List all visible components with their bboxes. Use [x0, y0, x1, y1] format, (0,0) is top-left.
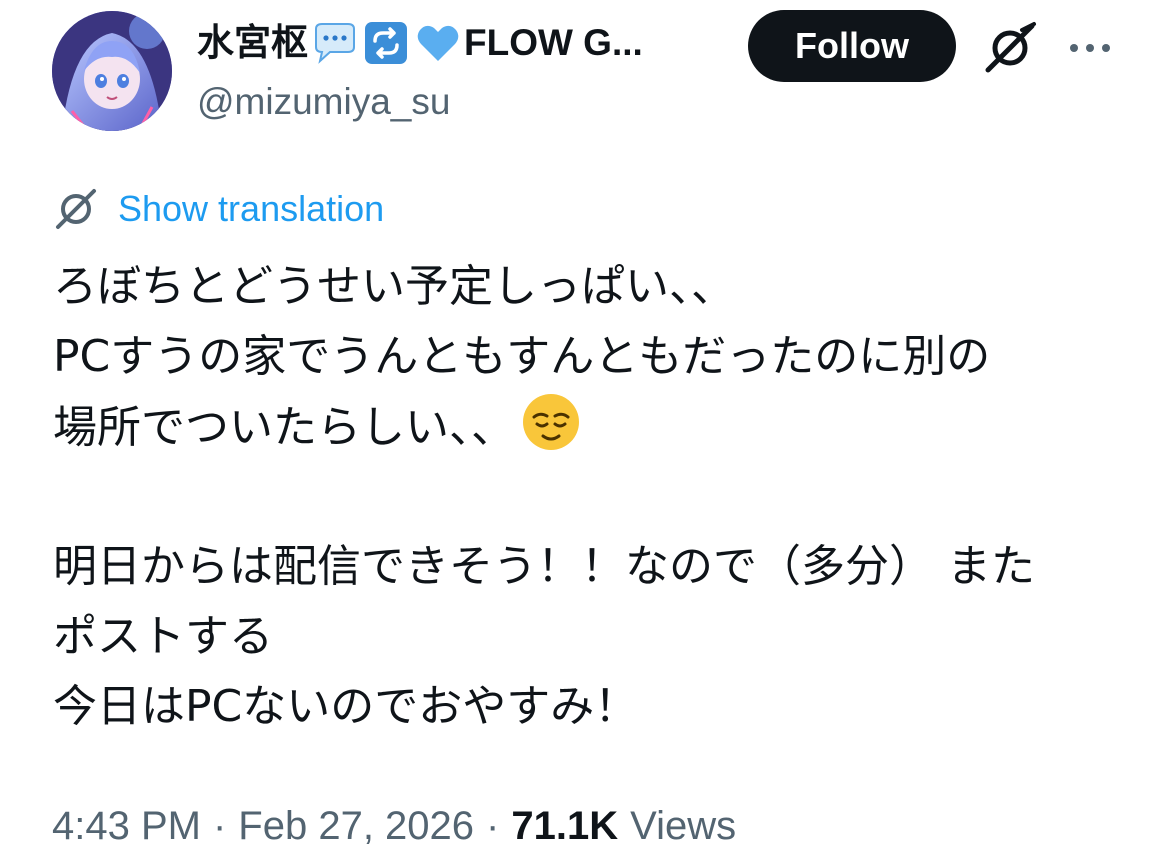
relieved-face-emoji	[523, 394, 579, 450]
speech-bubble-icon	[315, 23, 355, 64]
blue-heart-icon	[417, 25, 459, 61]
more-options-icon[interactable]	[1066, 36, 1114, 60]
tweet-text: ろぼちとどうせい予定しっぱい、、 PCすうの家でうんともすんともだったのに別の …	[53, 252, 1133, 742]
views-count: 71.1K	[511, 803, 619, 848]
tweet-meta: 4:43 PM · Feb 27, 2026 · 71.1K Views	[52, 800, 736, 852]
tweet-line-with-emoji: 場所でついたらしい、、	[53, 392, 1133, 462]
display-name[interactable]: 水宮枢 FLOW G...	[197, 18, 643, 68]
repeat-button-icon	[365, 22, 407, 64]
grok-icon[interactable]	[982, 20, 1038, 76]
follow-button[interactable]: Follow	[748, 10, 956, 82]
display-name-suffix: FLOW G...	[464, 22, 643, 63]
tweet-line: PCすうの家でうんともすんともだったのに別の	[53, 331, 991, 382]
tweet-line: ポストする	[53, 611, 273, 662]
show-translation[interactable]: Show translation	[52, 186, 384, 232]
display-name-prefix: 水宮枢	[197, 22, 308, 63]
meta-separator: ·	[212, 803, 227, 848]
tweet-line: ろぼちとどうせい予定しっぱい、、	[53, 261, 735, 312]
tweet-line: 今日はPCないのでおやすみ！	[53, 681, 639, 732]
tweet-line: 明日からは配信できそう！！なので（多分） また	[53, 541, 1035, 592]
tweet-line: 場所でついたらしい、、	[53, 402, 515, 453]
avatar[interactable]	[52, 11, 172, 131]
tweet-line	[53, 462, 1133, 532]
show-translation-link[interactable]: Show translation	[118, 186, 384, 232]
grok-translate-icon	[56, 189, 96, 229]
meta-separator: ·	[486, 803, 500, 848]
avatar-illustration	[52, 11, 172, 131]
views-label: Views	[630, 803, 737, 848]
user-handle[interactable]: @mizumiya_su	[197, 78, 450, 126]
tweet-time[interactable]: 4:43 PM	[52, 804, 201, 849]
tweet-date[interactable]: Feb 27, 2026	[238, 804, 474, 849]
